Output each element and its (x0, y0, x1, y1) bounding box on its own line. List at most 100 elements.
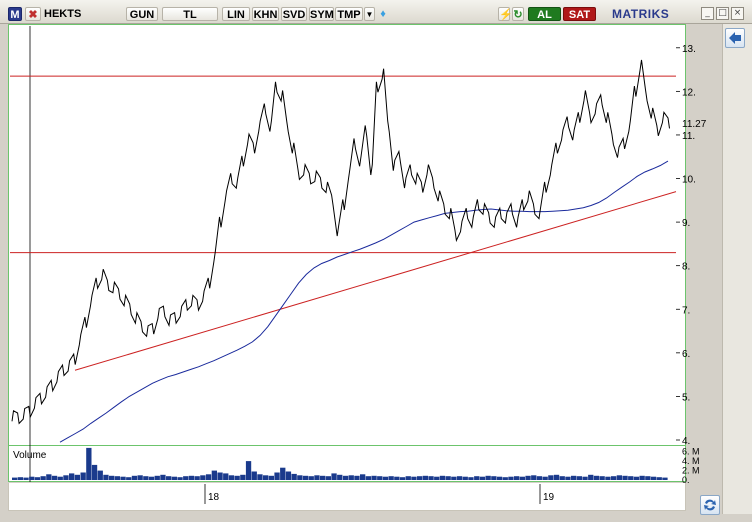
x-tick-label-0: 18 (208, 492, 220, 503)
volume-bar-111 (645, 476, 651, 480)
y-tick-label-7: 11. (682, 131, 695, 142)
volume-bar-19 (120, 476, 126, 480)
volume-bar-18 (114, 476, 120, 480)
y-tick-label-1: 5. (682, 392, 690, 403)
y-tick-label-3: 7. (682, 305, 690, 316)
maximize-icon[interactable]: □ (716, 7, 729, 20)
volume-bar-112 (650, 476, 657, 480)
volume-bar-70 (411, 476, 417, 480)
volume-bar-96 (559, 476, 565, 480)
x-tick-label-1: 19 (543, 492, 555, 503)
volume-bar-98 (571, 475, 577, 480)
volume-bar-0 (12, 477, 18, 480)
volume-bar-3 (29, 476, 35, 480)
volume-bar-61 (360, 474, 366, 480)
volume-bar-20 (126, 477, 132, 480)
volume-bar-8 (57, 476, 63, 480)
volume-bar-48 (285, 471, 292, 480)
volume-bar-74 (434, 476, 440, 480)
volume-bar-25 (154, 475, 160, 480)
volume-bar-104 (605, 476, 611, 480)
y-tick-label-0: 4. (682, 436, 690, 447)
volume-bar-103 (599, 476, 605, 480)
volume-bar-105 (611, 476, 617, 480)
volume-bar-101 (588, 474, 594, 480)
volume-bar-32 (194, 476, 200, 480)
price-line (11, 59, 670, 425)
volume-bar-50 (297, 475, 303, 480)
volume-bar-27 (166, 476, 172, 480)
volume-bar-41 (245, 461, 252, 480)
volume-bar-92 (536, 476, 543, 480)
volume-bar-33 (200, 475, 206, 480)
volume-bar-40 (240, 474, 246, 480)
volume-bar-21 (131, 475, 138, 480)
volume-bar-76 (445, 476, 451, 480)
volume-bar-36 (217, 472, 223, 480)
volume-bar-78 (456, 476, 463, 480)
volume-bar-14 (91, 464, 98, 480)
volume-bar-24 (148, 476, 155, 480)
volume-bar-46 (274, 472, 280, 480)
volume-bar-83 (485, 475, 491, 480)
volume-bar-99 (576, 476, 582, 480)
volume-bar-42 (251, 471, 257, 480)
volume-bar-6 (46, 474, 52, 480)
volume-bar-93 (542, 476, 548, 480)
volume-bar-91 (531, 475, 537, 480)
close-icon[interactable]: × (731, 7, 744, 20)
volume-bar-66 (388, 476, 394, 480)
volume-bar-26 (160, 474, 166, 480)
y-tick-label-2: 6. (682, 349, 690, 360)
volume-bar-28 (171, 476, 177, 480)
volume-bar-79 (462, 476, 468, 480)
volume-bar-68 (399, 477, 406, 480)
volume-bar-73 (428, 476, 434, 480)
volume-bar-84 (491, 476, 497, 480)
volume-bar-15 (97, 470, 103, 480)
volume-bar-22 (137, 475, 143, 480)
moving-average-line (59, 160, 669, 443)
volume-bar-72 (422, 475, 428, 480)
volume-bar-35 (211, 470, 217, 480)
volume-bar-16 (103, 474, 109, 480)
y-tick-label-4: 8. (682, 262, 690, 273)
volume-bar-13 (86, 447, 92, 480)
volume-bar-64 (377, 476, 383, 480)
volume-bar-12 (80, 472, 86, 480)
volume-bar-10 (69, 473, 75, 480)
volume-bar-97 (565, 476, 571, 480)
volume-bar-59 (348, 475, 354, 480)
volume-bar-106 (616, 475, 622, 480)
volume-bar-5 (40, 476, 46, 480)
volume-bar-43 (257, 474, 263, 480)
volume-bar-54 (320, 475, 326, 480)
volume-bar-34 (205, 474, 212, 480)
volume-bar-23 (143, 476, 149, 480)
volume-bar-1 (17, 477, 23, 480)
volume-bar-80 (468, 477, 474, 480)
volume-bar-90 (525, 475, 531, 480)
sync-icon[interactable] (700, 495, 720, 515)
volume-bar-88 (514, 476, 520, 480)
price-chart[interactable]: 4.5.6.7.8.9.10.11.12.13.11.276. M4. M2. … (0, 0, 714, 504)
volume-bar-44 (263, 475, 269, 480)
volume-bar-107 (622, 475, 628, 480)
volume-bar-39 (234, 475, 240, 480)
volume-bar-45 (268, 475, 274, 480)
volume-bar-53 (314, 475, 320, 480)
volume-bar-87 (508, 476, 514, 480)
volume-bar-89 (519, 476, 525, 480)
volume-bar-38 (228, 475, 235, 480)
volume-bar-37 (223, 473, 229, 480)
volume-bar-94 (548, 475, 554, 480)
volume-bar-47 (280, 467, 286, 480)
volume-bar-100 (582, 476, 588, 480)
volume-bar-30 (183, 476, 189, 480)
volume-bar-2 (23, 477, 29, 480)
volume-bar-71 (417, 476, 423, 480)
volume-tick-label-3: 0. (682, 475, 690, 485)
back-arrow-icon[interactable] (725, 28, 745, 48)
volume-bar-49 (291, 473, 297, 480)
volume-bar-110 (639, 475, 645, 480)
